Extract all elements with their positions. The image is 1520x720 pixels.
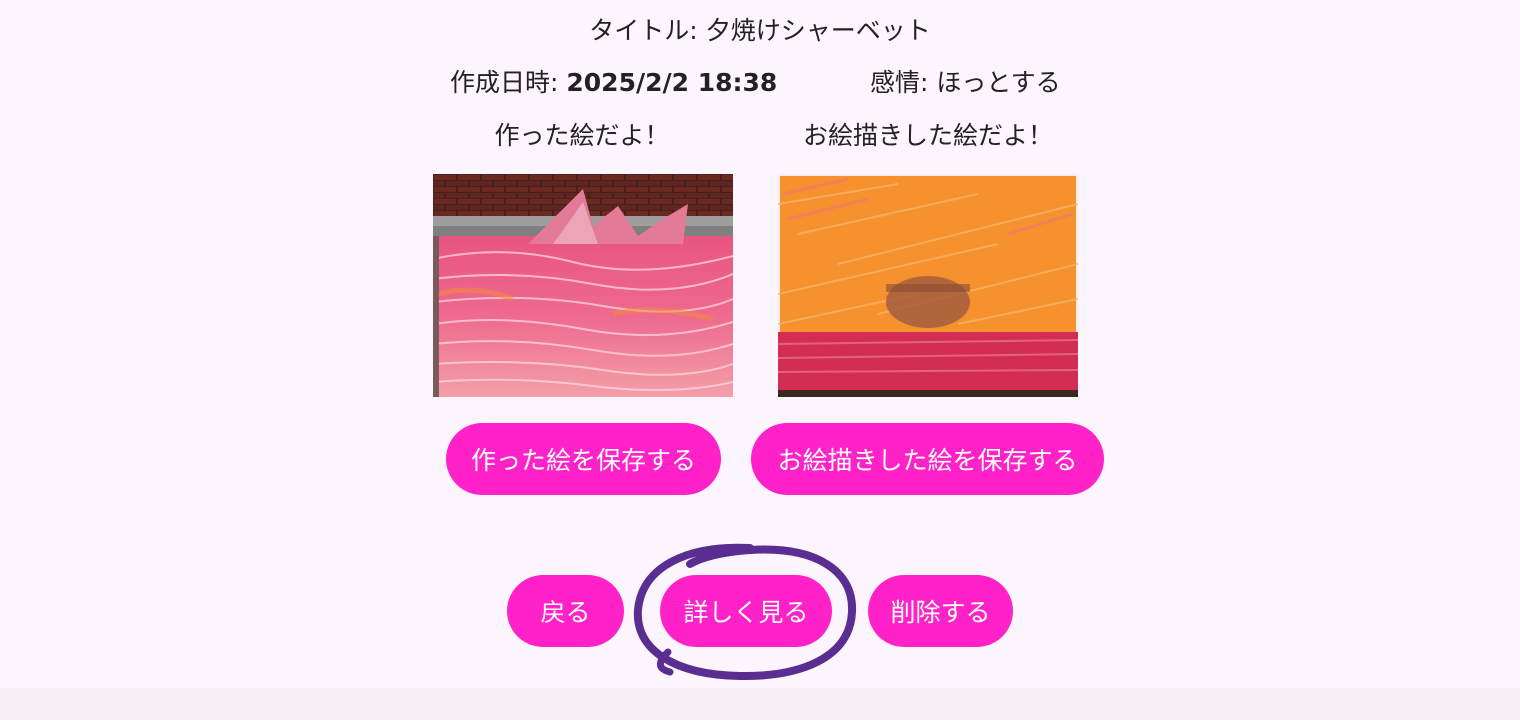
created-datetime: 作成日時: 2025/2/2 18:38	[450, 67, 777, 99]
save-made-image-button[interactable]: 作った絵を保存する	[446, 423, 721, 495]
back-button[interactable]: 戻る	[507, 575, 624, 647]
made-image-caption: 作った絵だよ！	[494, 121, 670, 150]
save-drawn-image-button[interactable]: お絵描きした絵を保存する	[751, 423, 1104, 495]
emotion-value: ほっとする	[936, 68, 1061, 97]
created-label: 作成日時:	[450, 68, 559, 97]
artwork-title: タイトル: 夕焼けシャーベット	[0, 15, 1520, 47]
created-value: 2025/2/2 18:38	[566, 68, 778, 97]
emotion-label: 感情:	[870, 68, 929, 97]
title-value: 夕焼けシャーベット	[705, 16, 931, 45]
detail-button[interactable]: 詳しく見る	[660, 575, 832, 647]
delete-button[interactable]: 削除する	[868, 575, 1013, 647]
title-label: タイトル:	[589, 16, 698, 45]
emotion: 感情: ほっとする	[870, 67, 1061, 99]
bottom-band	[0, 688, 1520, 720]
drawn-image-caption: お絵描きした絵だよ！	[802, 121, 1053, 150]
drawn-image	[778, 174, 1078, 397]
made-image	[433, 174, 733, 397]
